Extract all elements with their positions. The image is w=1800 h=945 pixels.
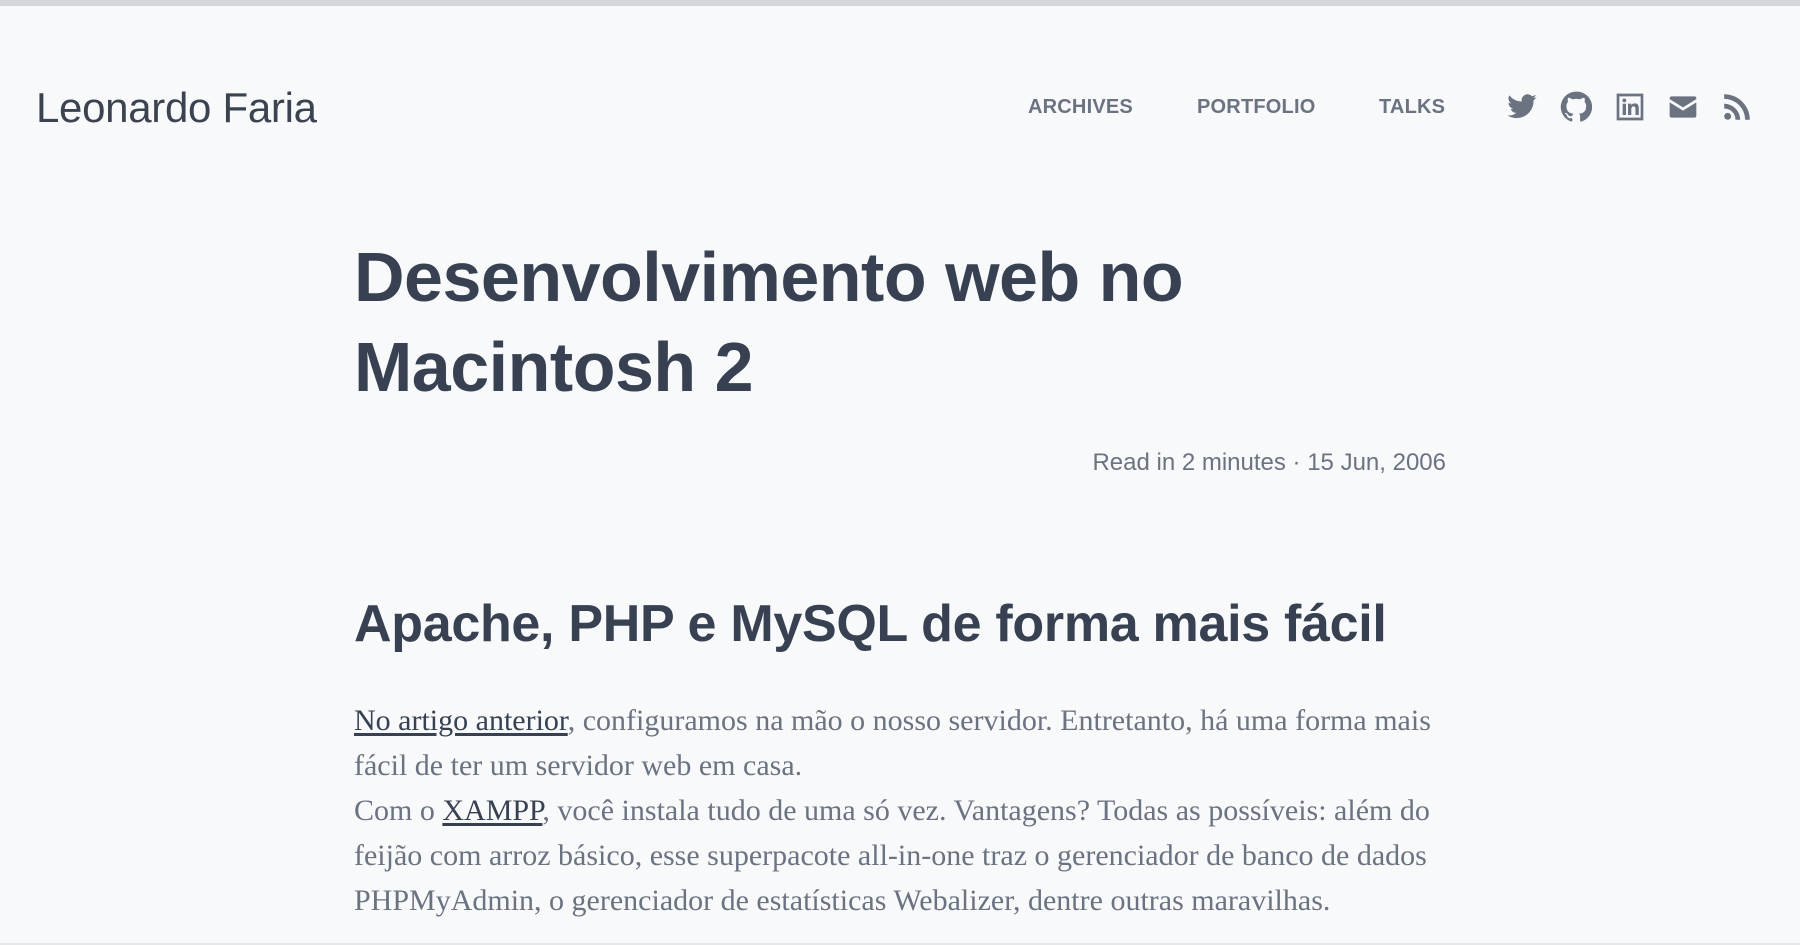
nav-talks-link[interactable]: TALKS <box>1379 92 1445 122</box>
nav-archives-link[interactable]: ARCHIVES <box>1028 92 1133 122</box>
rss-icon[interactable] <box>1721 91 1753 123</box>
linkedin-icon[interactable] <box>1614 91 1646 123</box>
xampp-link[interactable]: XAMPP <box>442 794 542 827</box>
top-border-bar <box>0 0 1800 6</box>
section-heading: Apache, PHP e MySQL de forma mais fácil <box>354 595 1387 653</box>
twitter-icon[interactable] <box>1506 91 1538 123</box>
paragraph-1: No artigo anterior, configuramos na mão … <box>354 698 1464 788</box>
post-meta: Read in 2 minutes · 15 Jun, 2006 <box>1092 449 1446 476</box>
post-title: Desenvolvimento web no Macintosh 2 <box>354 238 1184 406</box>
previous-article-link[interactable]: No artigo anterior <box>354 704 568 737</box>
mail-icon[interactable] <box>1667 91 1699 123</box>
github-icon[interactable] <box>1560 91 1592 123</box>
paragraph-2-start: Com o <box>354 794 443 827</box>
paragraph-2: Com o XAMPP, você instala tudo de uma só… <box>354 788 1464 923</box>
nav-portfolio-link[interactable]: PORTFOLIO <box>1197 92 1315 122</box>
article-body: No artigo anterior, configuramos na mão … <box>354 698 1464 923</box>
